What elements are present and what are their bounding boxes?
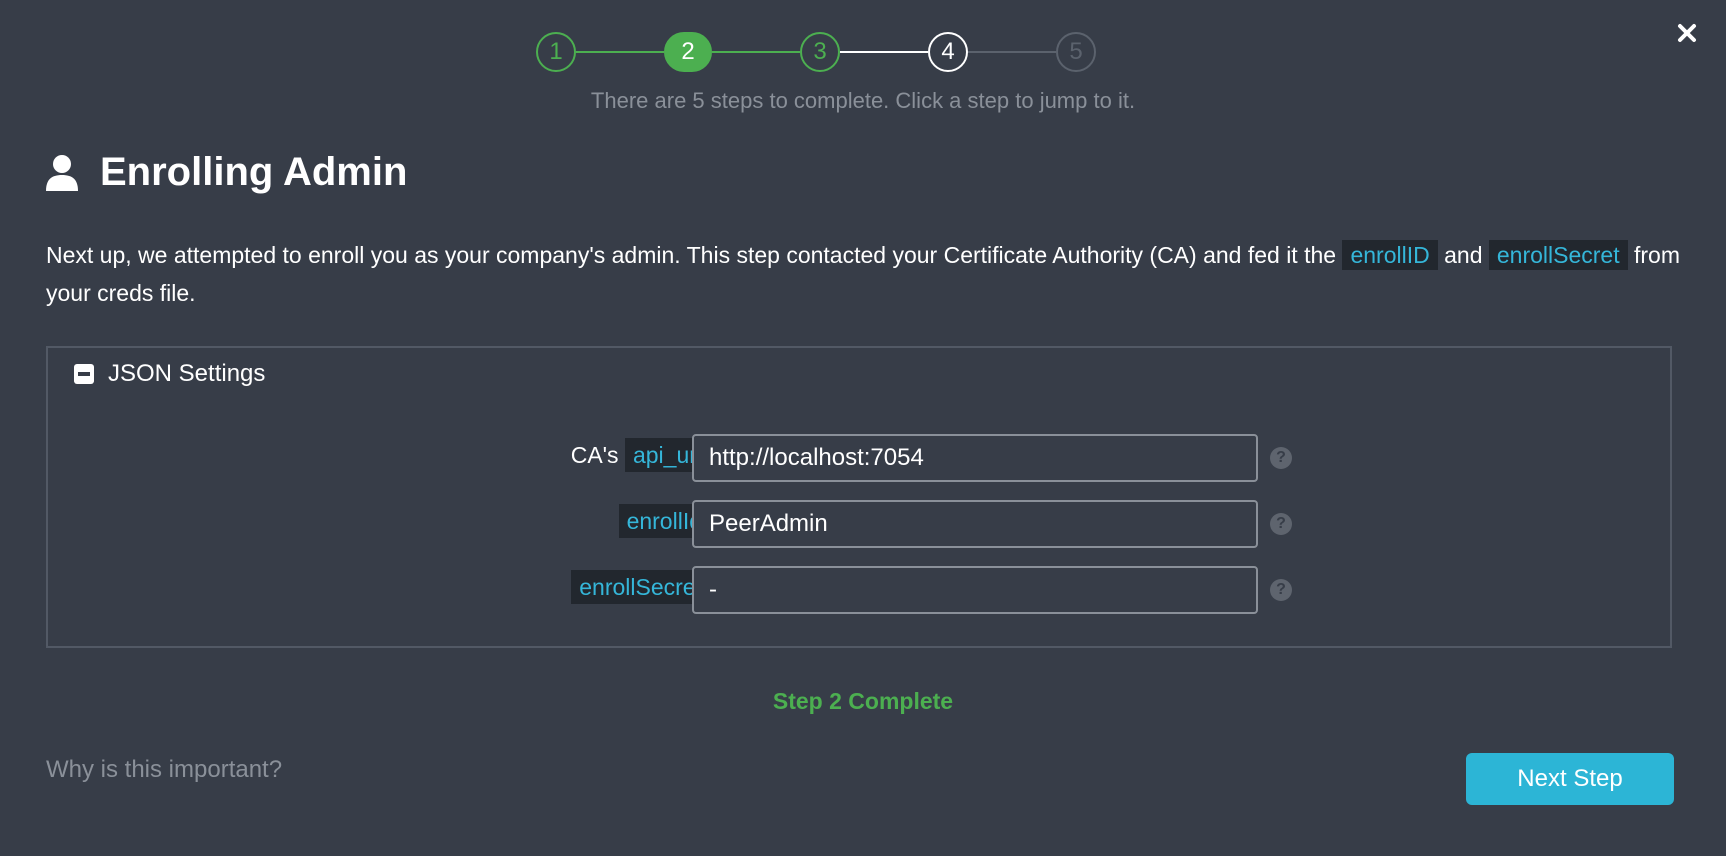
form-row-api-url: CA's api_url ? xyxy=(48,434,1670,482)
question-circle-icon[interactable]: ? xyxy=(1270,513,1292,535)
stepper: 1 2 3 4 5 xyxy=(536,31,1096,73)
intro-part-2: and xyxy=(1437,242,1489,268)
minus-square-icon xyxy=(74,364,94,384)
step-connector xyxy=(576,51,664,53)
json-settings-label: JSON Settings xyxy=(108,360,266,387)
step-2[interactable]: 2 xyxy=(664,32,712,72)
page-title: Enrolling Admin xyxy=(100,150,408,194)
form-row-enroll-id: enrollId ? xyxy=(48,500,1670,548)
step-1[interactable]: 1 xyxy=(536,32,576,72)
step-5[interactable]: 5 xyxy=(1056,32,1096,72)
code-enrollid: enrollID xyxy=(1342,240,1438,270)
api-url-prefix: CA's xyxy=(570,442,625,468)
enroll-secret-label: enrollSecret xyxy=(571,570,710,604)
code-enrollsecret: enrollSecret xyxy=(1488,240,1628,270)
form-row-enroll-secret: enrollSecret ? xyxy=(48,566,1670,614)
step-connector xyxy=(840,51,928,53)
api-url-label: CA's api_url xyxy=(570,438,710,472)
step-status: Step 2 Complete xyxy=(772,688,954,714)
json-settings-toggle[interactable]: JSON Settings xyxy=(74,360,265,388)
enroll-secret-code: enrollSecret xyxy=(571,570,710,604)
question-circle-icon[interactable]: ? xyxy=(1270,579,1292,601)
next-step-button[interactable]: Next Step xyxy=(1466,753,1674,805)
json-settings-panel: JSON Settings CA's api_url ? enrollId ? … xyxy=(46,346,1672,648)
step-4[interactable]: 4 xyxy=(928,32,968,72)
enroll-id-input[interactable] xyxy=(692,500,1258,548)
question-circle-icon[interactable]: ? xyxy=(1270,447,1292,469)
page-title-row: Enrolling Admin xyxy=(46,150,407,195)
enroll-secret-input[interactable] xyxy=(692,566,1258,614)
why-important-link[interactable]: Why is this important? xyxy=(46,756,282,784)
api-url-input[interactable] xyxy=(692,434,1258,482)
step-connector xyxy=(712,51,800,53)
close-icon[interactable] xyxy=(1676,22,1698,44)
step-3[interactable]: 3 xyxy=(800,32,840,72)
user-icon xyxy=(46,154,78,191)
steps-hint: There are 5 steps to complete. Click a s… xyxy=(590,88,1136,113)
step-connector xyxy=(968,51,1056,53)
intro-text: Next up, we attempted to enroll you as y… xyxy=(46,236,1686,312)
intro-part-1: Next up, we attempted to enroll you as y… xyxy=(46,242,1343,268)
